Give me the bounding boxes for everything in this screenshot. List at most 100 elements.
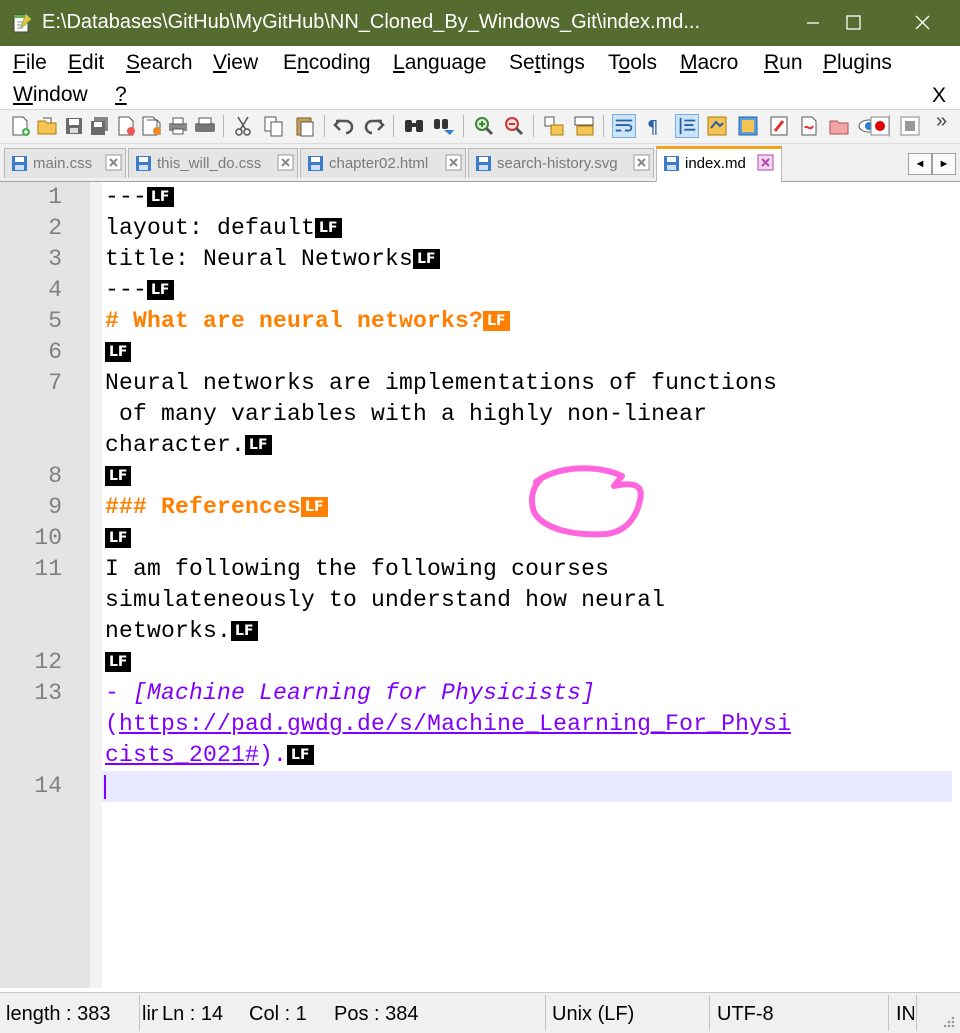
tab-search-history-svg[interactable]: search-history.svg (468, 148, 654, 178)
zoom-out-icon[interactable] (502, 114, 526, 138)
fold-margin[interactable] (90, 182, 102, 988)
code-line-11c: networks. LF (105, 618, 258, 644)
eol-marker: LF (147, 187, 174, 207)
close-document-button[interactable]: X (932, 84, 946, 108)
print-icon[interactable] (166, 114, 190, 138)
close-icon[interactable] (114, 114, 138, 138)
word-wrap-icon[interactable] (612, 114, 636, 138)
file-browser-icon[interactable] (797, 114, 821, 138)
menu-edit[interactable]: Edit (68, 51, 104, 75)
current-line-highlight (102, 771, 952, 802)
saved-file-icon (476, 156, 491, 171)
menu-plugins[interactable]: Plugins (823, 51, 892, 75)
redo-icon[interactable] (362, 114, 386, 138)
doc-map-icon[interactable] (705, 114, 729, 138)
menu-tools[interactable]: Tools (608, 51, 657, 75)
menu-language[interactable]: Language (393, 51, 486, 75)
code-line-7c: character. LF (105, 432, 272, 458)
sync-horizontal-icon[interactable] (572, 114, 596, 138)
new-file-icon[interactable] (8, 114, 32, 138)
close-all-icon[interactable] (140, 114, 164, 138)
open-file-icon[interactable] (35, 114, 59, 138)
project-folder-icon[interactable] (827, 114, 851, 138)
tab-chapter02-html[interactable]: chapter02.html (300, 148, 466, 178)
menu-help[interactable]: ? (115, 83, 127, 107)
link-url[interactable]: cists_2021# (105, 742, 259, 768)
line-number: 8 (48, 463, 62, 489)
eol-marker: LF (105, 466, 132, 486)
tab-close-icon[interactable] (105, 154, 122, 171)
tab-close-icon[interactable] (757, 154, 774, 171)
status-eol-format[interactable]: Unix (LF) (552, 1003, 702, 1026)
status-pos: Pos : 384 (334, 1003, 419, 1025)
editor-area[interactable]: 1 2 3 4 5 6 7 8 9 10 11 12 13 14 --- LF l… (0, 182, 960, 988)
eol-marker: LF (231, 621, 258, 641)
menu-macro[interactable]: Macro (680, 51, 738, 75)
window-title: E:\Databases\GitHub\MyGitHub\NN_Cloned_B… (42, 11, 701, 33)
eol-marker: LF (147, 280, 174, 300)
tab-close-icon[interactable] (277, 154, 294, 171)
resize-grip-icon[interactable] (940, 1013, 956, 1029)
status-lines: lines : 14 (142, 1003, 158, 1025)
menu-run[interactable]: Run (764, 51, 803, 75)
code-line-13b: (https://pad.gwdg.de/s/Machine_Learning_… (105, 711, 791, 737)
code-line-7a: Neural networks are implementations of f… (105, 370, 777, 396)
code-line-3: title: Neural Networks LF (105, 246, 440, 272)
link-url[interactable]: https://pad.gwdg.de/s/Machine_Learning_F… (119, 711, 791, 737)
code-line-11b: simulateneously to understand how neural (105, 587, 665, 613)
undo-icon[interactable] (332, 114, 356, 138)
tab-scroll-left-button[interactable]: ◄ (908, 153, 932, 175)
indent-guide-icon[interactable] (675, 114, 699, 138)
paste-icon[interactable] (293, 114, 317, 138)
tab-scroll-right-button[interactable]: ► (932, 153, 956, 175)
tab-this-will-do-css[interactable]: this_will_do.css (128, 148, 298, 178)
eol-marker: LF (483, 311, 510, 331)
tab-close-icon[interactable] (633, 154, 650, 171)
status-col: Col : 1 (249, 1003, 307, 1025)
copy-icon[interactable] (262, 114, 286, 138)
print-now-icon[interactable] (193, 114, 217, 138)
status-insert-mode: INS (896, 1003, 914, 1025)
cut-icon[interactable] (232, 114, 256, 138)
tab-index-md[interactable]: index.md (656, 146, 782, 182)
title-bar: E:\Databases\GitHub\MyGitHub\NN_Cloned_B… (0, 0, 960, 46)
stop-record-icon[interactable] (898, 114, 922, 138)
menu-encoding[interactable]: Encoding (283, 51, 371, 75)
eol-marker: LF (245, 435, 272, 455)
zoom-in-icon[interactable] (472, 114, 496, 138)
toolbar-overflow-button[interactable]: » (936, 110, 947, 133)
save-all-icon[interactable] (88, 114, 112, 138)
line-number: 2 (48, 215, 62, 241)
menu-view[interactable]: View (213, 51, 258, 75)
menu-window[interactable]: Window (13, 83, 88, 107)
replace-icon[interactable] (432, 114, 456, 138)
status-encoding[interactable]: UTF-8 (717, 1003, 877, 1026)
status-length: length : 383 (6, 1003, 111, 1025)
tab-label: main.css (33, 155, 93, 172)
folder-workspace-icon[interactable] (767, 114, 791, 138)
close-window-button[interactable] (892, 0, 952, 46)
sync-vertical-icon[interactable] (542, 114, 566, 138)
code-line-13a: - [Machine Learning for Physicists] (105, 680, 595, 706)
menu-settings[interactable]: Settings (509, 51, 585, 75)
maximize-button[interactable] (823, 0, 883, 46)
save-icon[interactable] (62, 114, 86, 138)
find-icon[interactable] (402, 114, 426, 138)
code-text: --- (105, 184, 148, 210)
menu-search[interactable]: Search (126, 51, 193, 75)
function-list-icon[interactable] (736, 114, 760, 138)
eol-marker: LF (105, 652, 132, 672)
line-number: 10 (34, 525, 62, 551)
saved-file-icon (136, 156, 151, 171)
menu-file[interactable]: File (13, 51, 47, 75)
code-line-8: LF (105, 463, 132, 489)
line-number: 1 (48, 184, 62, 210)
tab-main-css[interactable]: main.css (4, 148, 126, 178)
tab-close-icon[interactable] (445, 154, 462, 171)
line-number: 5 (48, 308, 62, 334)
eol-marker: LF (315, 218, 342, 238)
record-macro-icon[interactable] (868, 114, 892, 138)
notepad-plus-plus-icon (13, 13, 32, 33)
list-dash: - (105, 680, 134, 706)
show-all-chars-icon[interactable]: ¶ (642, 114, 666, 138)
